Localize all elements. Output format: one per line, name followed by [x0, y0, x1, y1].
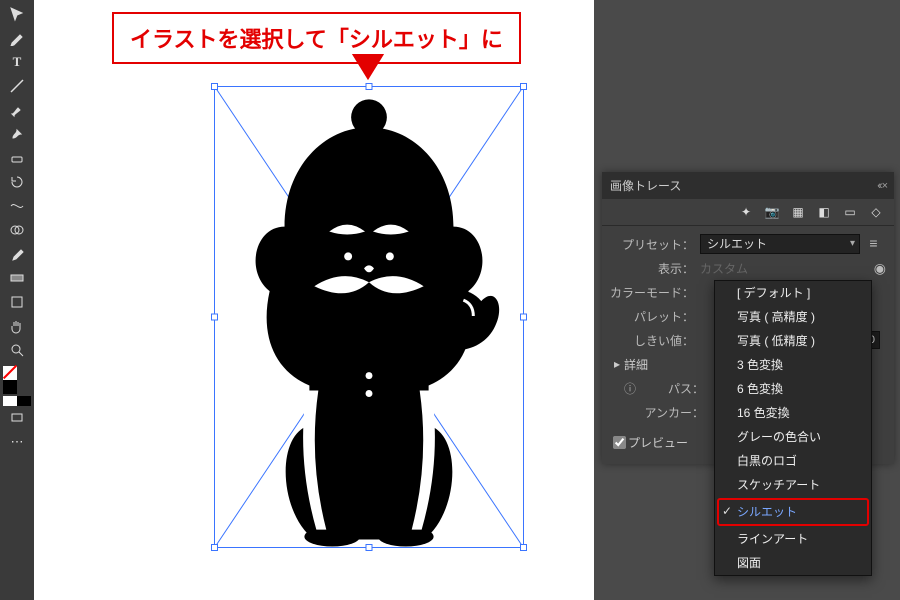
tool-eyedropper[interactable] — [2, 242, 32, 266]
preset-option[interactable]: 16 色変換 — [715, 401, 871, 425]
disclosure-triangle-icon: ▸ — [610, 357, 624, 371]
view-visibility-icon[interactable]: ◉ — [874, 260, 886, 277]
label-anchor: アンカー： — [638, 404, 710, 421]
preset-option[interactable]: 6 色変換 — [715, 377, 871, 401]
left-toolbar: T ⋯ — [0, 0, 34, 600]
label-palette: パレット： — [610, 308, 700, 325]
tool-width[interactable] — [2, 194, 32, 218]
preset-option[interactable]: グレーの色合い — [715, 425, 871, 449]
colormode-black-icon — [17, 396, 31, 406]
tool-pen[interactable] — [2, 26, 32, 50]
row-view: 表示： カスタム ◉ — [610, 256, 886, 280]
stroke-black-icon — [3, 380, 17, 394]
row-preset: プリセット： シルエット ≡ — [610, 232, 886, 256]
tool-more[interactable]: ⋯ — [2, 430, 32, 454]
preset-option[interactable]: 3 色変換 — [715, 353, 871, 377]
handle-bot-left[interactable] — [211, 544, 218, 551]
selection-bounding-box[interactable] — [214, 86, 524, 548]
preset-option[interactable]: 図面 — [715, 551, 871, 575]
selection-diagonals — [215, 87, 523, 547]
preset-outline-icon[interactable]: ▭ — [842, 205, 858, 219]
handle-mid-left[interactable] — [211, 314, 218, 321]
view-value-disabled: カスタム — [700, 262, 748, 276]
fill-stroke-swatch[interactable] — [3, 366, 31, 380]
preset-option-selected[interactable]: シルエット — [717, 498, 869, 526]
handle-top-mid[interactable] — [366, 83, 373, 90]
instruction-callout: イラストを選択して「シルエット」に — [112, 12, 521, 64]
label-preview: プレビュー — [628, 434, 688, 451]
preset-select[interactable]: シルエット — [700, 234, 860, 254]
tool-zoom[interactable] — [2, 338, 32, 362]
label-path: パス： — [638, 380, 710, 397]
screen-mode[interactable] — [2, 406, 32, 430]
tool-gradient[interactable] — [2, 266, 32, 290]
preset-tech-icon[interactable]: ◇ — [868, 205, 884, 219]
tool-type[interactable]: T — [2, 50, 32, 74]
label-threshold: しきい値： — [610, 332, 700, 349]
tool-selection[interactable] — [2, 2, 32, 26]
preset-option[interactable]: スケッチアート — [715, 473, 871, 497]
label-preset: プリセット： — [610, 236, 700, 253]
tool-line[interactable] — [2, 74, 32, 98]
tool-rotate[interactable] — [2, 170, 32, 194]
character-silhouette — [215, 87, 523, 547]
label-colormode: カラーモード： — [610, 284, 700, 301]
panel-collapse-close-icon[interactable]: ‹‹ × — [877, 180, 886, 192]
tool-brush[interactable] — [2, 98, 32, 122]
preset-option[interactable]: ラインアート — [715, 527, 871, 551]
preset-menu-icon[interactable]: ≡ — [869, 235, 877, 251]
preview-checkbox[interactable] — [610, 436, 628, 449]
preset-option[interactable]: 写真 ( 高精度 ) — [715, 305, 871, 329]
panel-title: 画像トレース — [610, 177, 681, 194]
preset-option[interactable]: 写真 ( 低精度 ) — [715, 329, 871, 353]
panel-preset-icons: ✦ 📷 ▦ ◧ ▭ ◇ — [602, 199, 894, 226]
handle-bot-mid[interactable] — [366, 544, 373, 551]
preset-dropdown: [ デフォルト ] 写真 ( 高精度 ) 写真 ( 低精度 ) 3 色変換 6 … — [714, 280, 872, 576]
callout-text: イラストを選択して「シルエット」に — [130, 27, 503, 52]
tool-eraser[interactable] — [2, 146, 32, 170]
preset-auto-icon[interactable]: ✦ — [738, 205, 754, 219]
color-mode-row[interactable] — [3, 396, 31, 406]
preset-option[interactable]: 白黒のロゴ — [715, 449, 871, 473]
artboard[interactable]: イラストを選択して「シルエット」に — [34, 0, 594, 600]
tool-shaper[interactable] — [2, 122, 32, 146]
preset-bw-icon[interactable]: ◧ — [816, 205, 832, 219]
handle-mid-right[interactable] — [520, 314, 527, 321]
label-view: 表示： — [610, 260, 700, 277]
preset-option[interactable]: [ デフォルト ] — [715, 281, 871, 305]
callout-tail-icon — [354, 56, 382, 80]
label-detail: 詳細 — [624, 356, 648, 373]
panel-body: プリセット： シルエット ≡ 表示： カスタム ◉ カラーモード： パレット： … — [602, 226, 894, 464]
image-trace-panel: 画像トレース ‹‹ × ✦ 📷 ▦ ◧ ▭ ◇ プリセット： シルエット ≡ 表… — [602, 172, 894, 464]
preset-photo-icon[interactable]: 📷 — [764, 205, 780, 219]
colormode-white-icon — [3, 396, 17, 406]
info-icon[interactable]: ⓘ — [622, 380, 638, 397]
panel-header[interactable]: 画像トレース ‹‹ × — [602, 172, 894, 199]
tool-shape-builder[interactable] — [2, 218, 32, 242]
tool-hand[interactable] — [2, 314, 32, 338]
preset-swatch-icon[interactable]: ▦ — [790, 205, 806, 219]
tool-artboard[interactable] — [2, 290, 32, 314]
handle-top-left[interactable] — [211, 83, 218, 90]
handle-bot-right[interactable] — [520, 544, 527, 551]
fill-none-icon — [3, 366, 17, 380]
handle-top-right[interactable] — [520, 83, 527, 90]
